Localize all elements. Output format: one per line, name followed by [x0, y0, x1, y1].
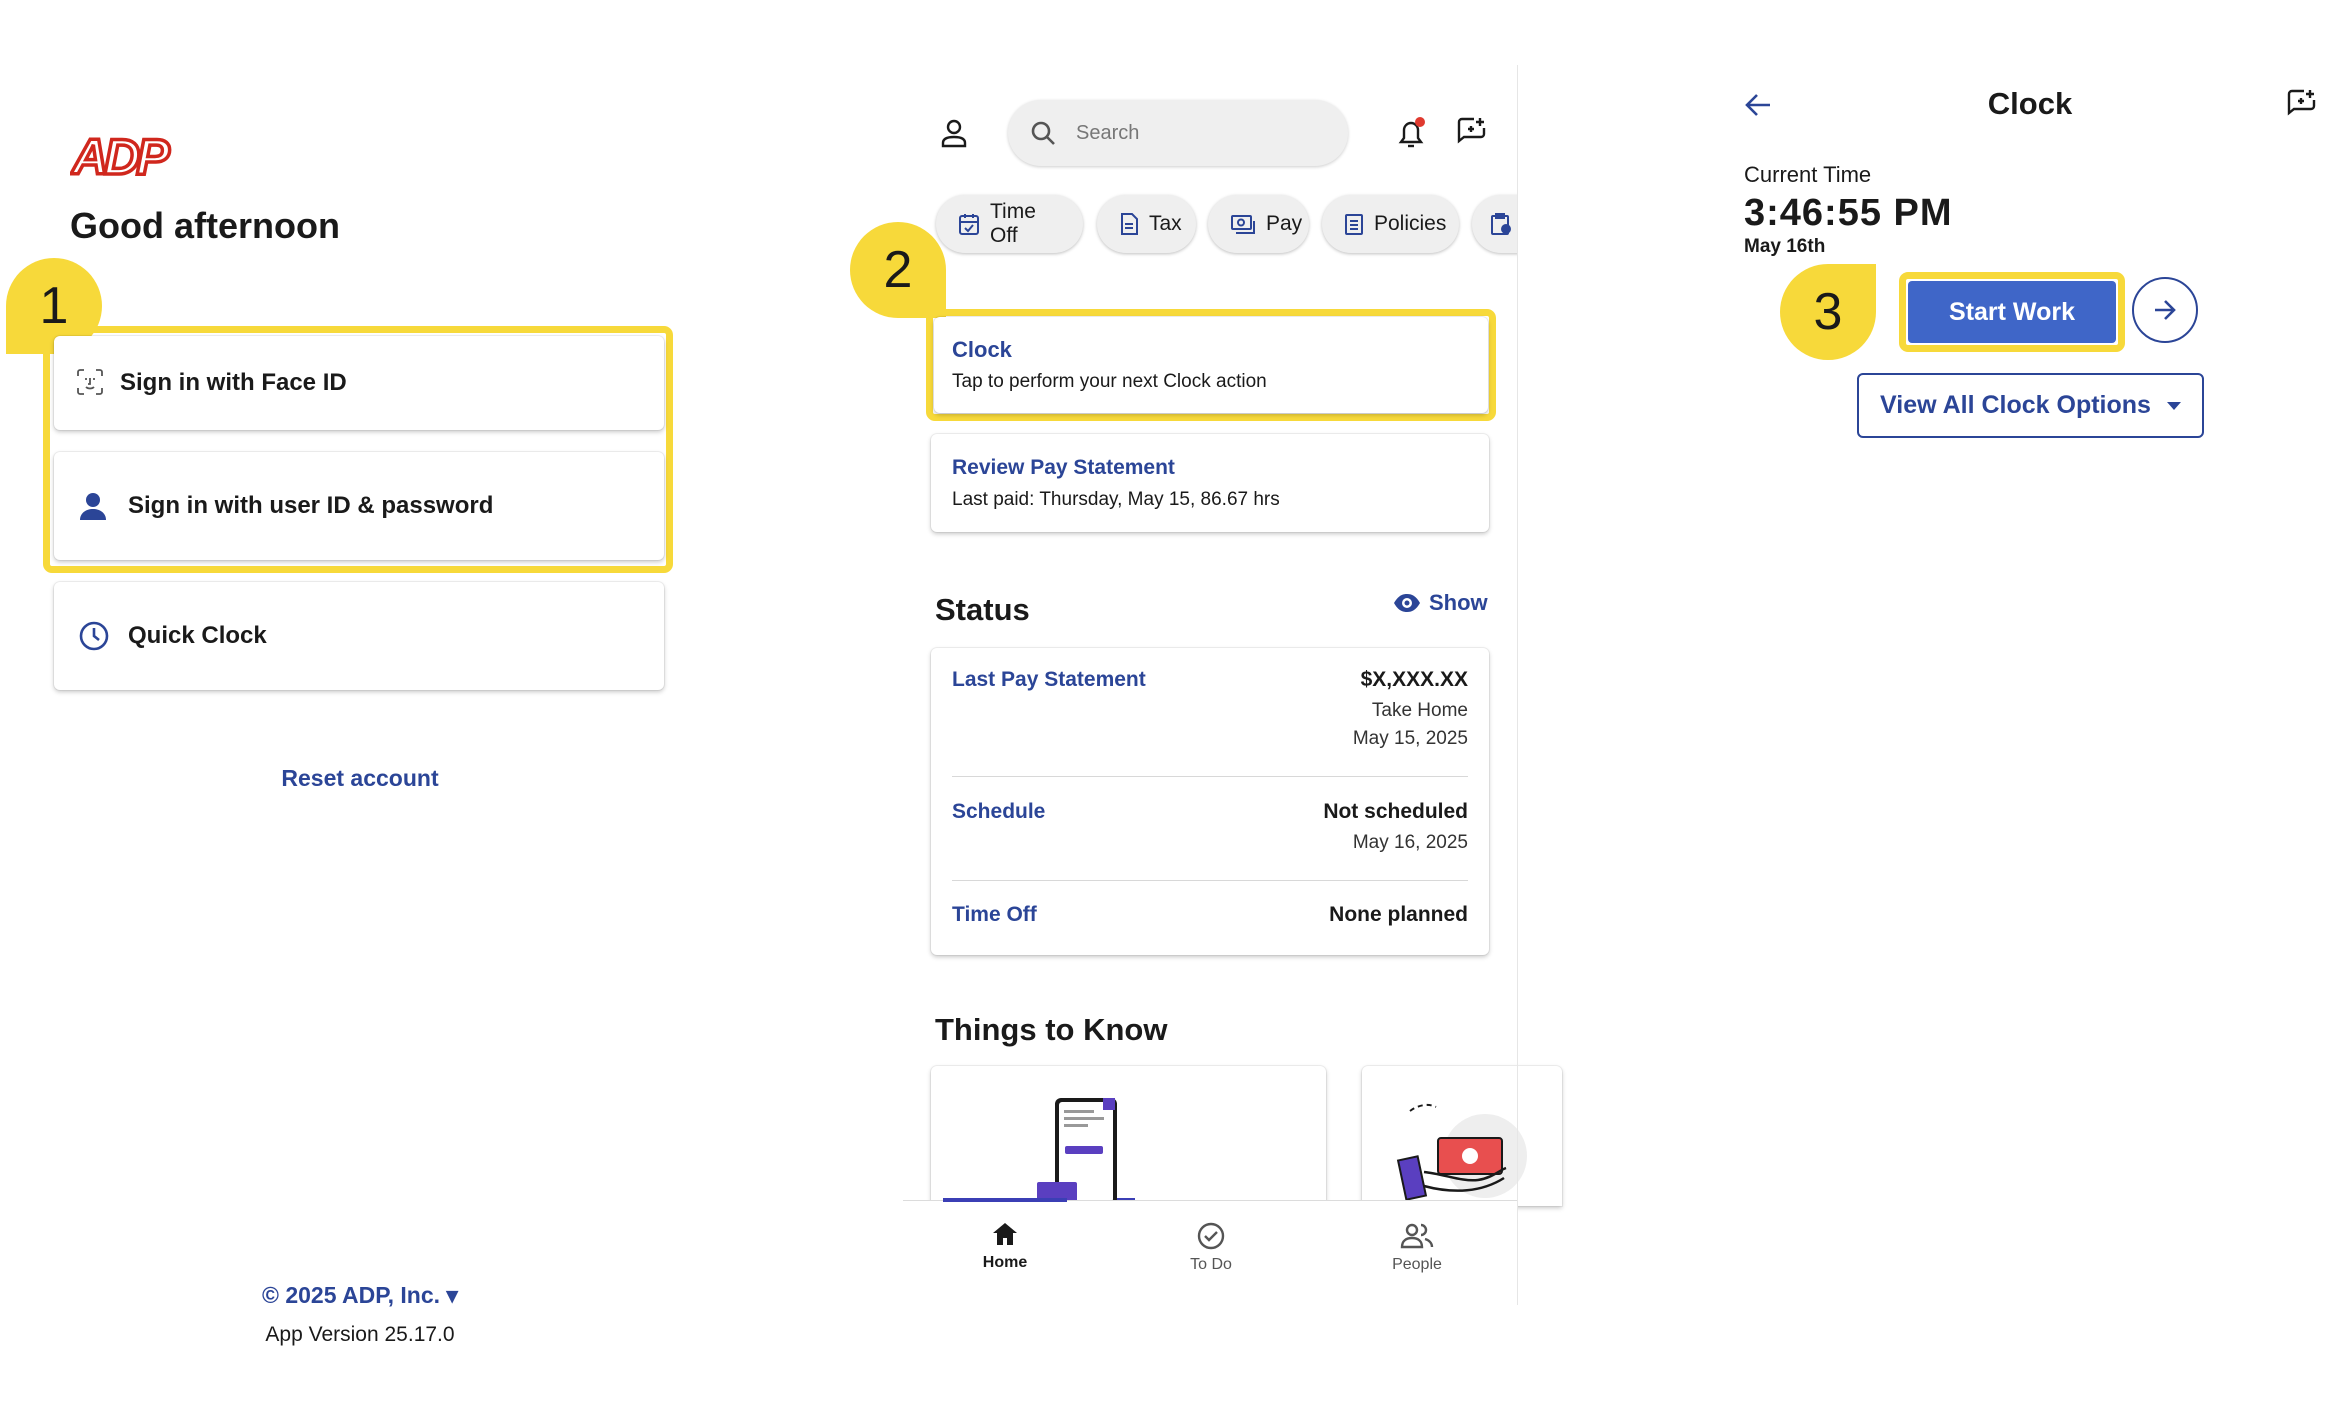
notification-bell-icon[interactable] [1396, 116, 1426, 155]
status-row-label: Last Pay Statement [952, 668, 1146, 691]
chip-label: Pay [1266, 212, 1303, 235]
user-password-label: Sign in with user ID & password [128, 492, 494, 519]
nav-active-indicator [943, 1198, 1067, 1202]
adp-logo-text: ADP [70, 129, 170, 184]
things-to-know-heading: Things to Know [935, 1012, 1168, 1047]
home-icon [991, 1221, 1019, 1252]
chip-label: Time Off [990, 200, 1036, 247]
nav-label: To Do [1190, 1256, 1232, 1273]
callout-number: 3 [1813, 283, 1843, 341]
status-row-label: Time Off [952, 903, 1037, 926]
person-icon [78, 491, 108, 521]
user-password-button[interactable]: Sign in with user ID & password [54, 452, 664, 560]
show-label: Show [1429, 590, 1488, 615]
quick-clock-button[interactable]: Quick Clock [54, 582, 664, 690]
status-row-value: None planned [1329, 903, 1468, 926]
check-circle-icon [1196, 1221, 1226, 1256]
things-card-2[interactable] [1362, 1066, 1562, 1206]
clock-card[interactable]: Clock Tap to perform your next Clock act… [934, 317, 1488, 413]
face-id-icon [76, 368, 106, 398]
back-arrow-icon[interactable] [1744, 92, 1772, 123]
current-time-label: Current Time [1744, 162, 1872, 187]
chip-tax[interactable]: Tax [1097, 195, 1196, 253]
callout-number: 2 [883, 241, 913, 299]
clipboard-icon [1490, 212, 1512, 236]
step-callout-3: 3 [1780, 264, 1876, 360]
bottom-nav: Home To Do People [903, 1198, 1517, 1311]
money-hand-illustration-icon [1396, 1103, 1527, 1201]
start-work-button[interactable]: Start Work [1908, 281, 2116, 343]
chip-policies[interactable]: Policies [1322, 195, 1459, 253]
document-icon [1119, 212, 1139, 236]
status-row-value: Not scheduled [1323, 800, 1468, 823]
status-row-time-off[interactable]: Time Off None planned [952, 903, 1468, 933]
show-toggle[interactable]: Show [1393, 590, 1488, 616]
search-input[interactable]: Search [1008, 100, 1348, 166]
status-card: Last Pay Statement $X,XXX.XX Take Home M… [931, 648, 1489, 955]
pay-icon [1230, 213, 1256, 235]
eye-icon [1393, 593, 1421, 613]
status-divider [952, 880, 1468, 881]
step-callout-2: 2 [850, 222, 946, 318]
chip-time-off[interactable]: Time Off [936, 195, 1083, 253]
start-work-label: Start Work [1949, 297, 2075, 326]
status-heading: Status [935, 592, 1030, 627]
arrow-right-icon [2153, 299, 2177, 321]
status-row-value: $X,XXX.XX [1360, 668, 1468, 691]
caret-down-icon [2166, 401, 2181, 410]
nav-home[interactable]: Home [943, 1221, 1067, 1272]
status-row-values: Not scheduled May 16, 2025 [1323, 800, 1468, 854]
status-row-values: $X,XXX.XX Take Home May 15, 2025 [1353, 668, 1468, 750]
view-options-label: View All Clock Options [1880, 391, 2151, 419]
face-id-button[interactable]: Sign in with Face ID [54, 336, 664, 430]
status-row-sub2: May 15, 2025 [1352, 728, 1468, 749]
people-icon [1400, 1221, 1434, 1256]
chip-pay[interactable]: Pay [1208, 195, 1309, 253]
greeting-title: Good afternoon [70, 205, 340, 246]
status-row-label: Schedule [952, 800, 1046, 823]
pay-statement-card[interactable]: Review Pay Statement Last paid: Thursday… [931, 434, 1489, 532]
quick-clock-label: Quick Clock [128, 622, 267, 649]
reset-account-link[interactable]: Reset account [240, 765, 480, 792]
policies-icon [1344, 212, 1364, 236]
nav-label: People [1392, 1256, 1442, 1273]
current-time-value: 3:46:55 PM [1744, 192, 1953, 234]
adp-logo: ADP [68, 127, 176, 189]
chip-label: Policies [1374, 212, 1447, 235]
ai-chat-icon[interactable] [2286, 88, 2318, 125]
clock-page-title: Clock [1987, 86, 2073, 121]
chip-label: Tax [1149, 212, 1182, 235]
current-date: May 16th [1744, 236, 1826, 257]
clock-icon [78, 620, 110, 652]
status-row-sub1: May 16, 2025 [1352, 832, 1468, 853]
panel-clip-mask [1518, 180, 1568, 270]
search-icon [1030, 120, 1056, 146]
ai-chat-icon[interactable] [1456, 116, 1488, 153]
status-row-schedule[interactable]: Schedule Not scheduled May 16, 2025 [952, 800, 1468, 870]
calendar-icon [958, 212, 980, 236]
status-row-sub1: Take Home [1371, 700, 1468, 721]
nav-people[interactable]: People [1355, 1221, 1479, 1274]
status-divider [952, 776, 1468, 777]
face-id-label: Sign in with Face ID [120, 369, 347, 396]
phone-illustration-icon [1015, 1098, 1135, 1206]
pay-card-title: Review Pay Statement [952, 456, 1175, 479]
next-action-button[interactable] [2132, 277, 2198, 343]
profile-icon[interactable] [940, 118, 968, 153]
search-placeholder: Search [1076, 121, 1140, 144]
copyright-link[interactable]: © 2025 ADP, Inc. ▾ [220, 1282, 500, 1309]
panel-divider [1517, 65, 1518, 1305]
nav-label: Home [982, 1254, 1028, 1271]
status-row-pay[interactable]: Last Pay Statement $X,XXX.XX Take Home M… [952, 668, 1468, 778]
nav-todo[interactable]: To Do [1149, 1221, 1273, 1274]
clock-card-subtitle: Tap to perform your next Clock action [952, 371, 1267, 392]
clock-card-title: Clock [952, 337, 1012, 362]
view-clock-options-dropdown[interactable]: View All Clock Options [1857, 373, 2204, 438]
app-version: App Version 25.17.0 [265, 1323, 455, 1346]
things-card-1[interactable] [931, 1066, 1326, 1206]
pay-card-subtitle: Last paid: Thursday, May 15, 86.67 hrs [952, 489, 1280, 510]
